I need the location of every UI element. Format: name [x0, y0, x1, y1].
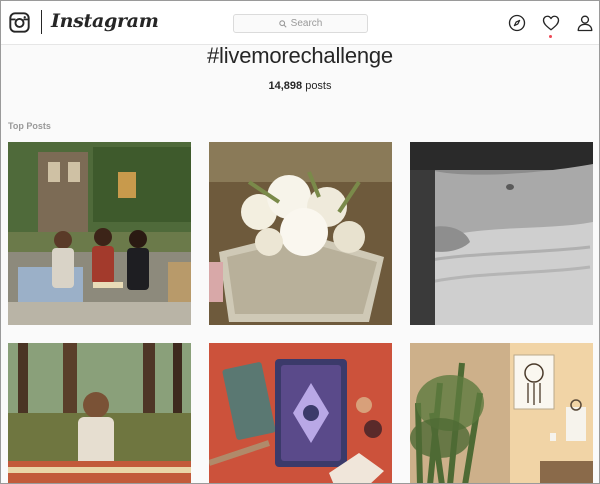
post-photo — [8, 142, 191, 325]
instagram-window: Instagram Search #livemorechallenge 14,8… — [0, 0, 600, 484]
post-count-suffix: posts — [302, 80, 332, 92]
logo-divider — [41, 10, 42, 34]
instagram-camera-icon[interactable] — [9, 12, 30, 33]
post-tarot-cards-crystals[interactable] — [209, 343, 392, 483]
notification-dot — [549, 35, 552, 38]
post-photo — [209, 343, 392, 483]
post-white-flowers-tray[interactable] — [209, 142, 392, 325]
top-nav-bar: Instagram Search — [1, 1, 599, 45]
post-count-number: 14,898 — [268, 80, 303, 92]
post-count: 14,898 posts — [1, 80, 599, 92]
heart-icon[interactable] — [542, 14, 560, 32]
post-woman-in-forest[interactable] — [8, 343, 191, 483]
post-plant-dreamcatcher-room[interactable] — [410, 343, 593, 483]
top-posts-label: Top Posts — [8, 121, 51, 131]
post-photo — [410, 343, 593, 483]
hashtag-title: #livemorechallenge — [207, 43, 393, 68]
user-icon[interactable] — [576, 14, 594, 32]
post-belly-black-white[interactable] — [410, 142, 593, 325]
compass-icon[interactable] — [508, 14, 526, 32]
search-icon — [278, 19, 287, 28]
post-photo — [410, 142, 593, 325]
search-placeholder: Search — [290, 18, 323, 29]
instagram-wordmark[interactable]: Instagram — [51, 10, 159, 32]
post-three-women-sitting[interactable] — [8, 142, 191, 325]
post-photo — [209, 142, 392, 325]
post-photo — [8, 343, 191, 483]
search-input[interactable]: Search — [233, 14, 368, 33]
